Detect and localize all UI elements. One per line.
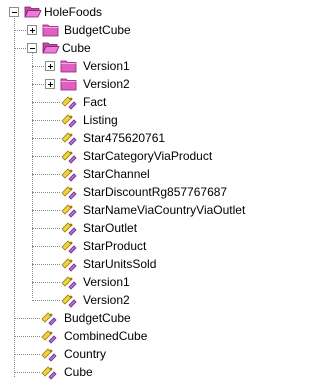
table-item-icon [41, 348, 57, 362]
tree-node-label: CombinedCube [64, 329, 148, 343]
tree-node-label: StarProduct [83, 239, 147, 253]
table-item-icon [61, 222, 77, 236]
tree-node-label: Listing [83, 113, 118, 127]
tree-node-item[interactable]: Star475620761 [0, 129, 256, 147]
tree-node-item[interactable]: Listing [0, 111, 256, 129]
tree-node-label: Version1 [83, 59, 130, 73]
tree-node-label: StarCategoryViaProduct [83, 149, 213, 163]
tree-node-root[interactable]: HoleFoods [0, 3, 256, 21]
tree-node-label: StarUnitsSold [83, 257, 157, 271]
tree-node-label: Star475620761 [83, 131, 166, 145]
folder-icon [60, 60, 77, 73]
table-item-icon [61, 186, 77, 200]
expand-toggle[interactable] [45, 79, 55, 89]
table-item-icon [61, 276, 77, 290]
tree-node-label: HoleFoods [44, 5, 103, 19]
table-item-icon [41, 312, 57, 326]
tree-node-label: Version1 [83, 275, 130, 289]
table-item-icon [61, 240, 77, 254]
tree-node-item[interactable]: StarProduct [0, 237, 256, 255]
tree-node-item[interactable]: StarOutlet [0, 219, 256, 237]
tree-node-item[interactable]: CombinedCube [0, 327, 256, 345]
table-item-icon [61, 96, 77, 110]
tree-node-label: BudgetCube [64, 311, 131, 325]
tree-node-item[interactable]: Version2 [0, 291, 256, 309]
tree-node-item[interactable]: Version1 [0, 273, 256, 291]
tree-node-item[interactable]: StarUnitsSold [0, 255, 256, 273]
collapse-toggle[interactable] [9, 7, 19, 17]
table-item-icon [41, 366, 57, 380]
tree-node-label: Cube [62, 41, 91, 55]
table-item-icon [61, 132, 77, 146]
tree-node-label: Version2 [83, 293, 130, 307]
tree-node-item[interactable]: Fact [0, 93, 256, 111]
table-item-icon [61, 150, 77, 164]
tree-node-folder[interactable]: Version2 [0, 75, 256, 93]
tree-view[interactable]: HoleFoods BudgetCube Cube Version1 Versi… [0, 0, 256, 381]
tree-node-item[interactable]: StarChannel [0, 165, 256, 183]
folder-open-icon [24, 6, 42, 18]
tree-node-item[interactable]: StarDiscountRg857767687 [0, 183, 256, 201]
tree-node-label: StarOutlet [83, 221, 138, 235]
expand-toggle[interactable] [45, 61, 55, 71]
tree-node-item[interactable]: StarNameViaCountryViaOutlet [0, 201, 256, 219]
tree-node-item[interactable]: StarCategoryViaProduct [0, 147, 256, 165]
tree-node-item[interactable]: Cube [0, 363, 256, 381]
tree-node-folder[interactable]: BudgetCube [0, 21, 256, 39]
tree-node-label: StarNameViaCountryViaOutlet [83, 203, 246, 217]
table-item-icon [61, 294, 77, 308]
expand-toggle[interactable] [27, 25, 37, 35]
table-item-icon [41, 330, 57, 344]
tree-node-label: StarChannel [83, 167, 150, 181]
folder-open-icon [42, 42, 60, 54]
collapse-toggle[interactable] [27, 43, 37, 53]
tree-node-folder[interactable]: Version1 [0, 57, 256, 75]
table-item-icon [61, 168, 77, 182]
tree-node-label: Cube [64, 365, 93, 379]
tree-node-label: Country [64, 347, 107, 361]
tree-node-label: Fact [83, 95, 107, 109]
folder-icon [60, 78, 77, 91]
table-item-icon [61, 258, 77, 272]
tree-node-label: BudgetCube [64, 23, 131, 37]
tree-node-folder[interactable]: Cube [0, 39, 256, 57]
folder-icon [42, 24, 59, 37]
tree-node-label: StarDiscountRg857767687 [83, 185, 228, 199]
tree-node-label: Version2 [83, 77, 130, 91]
tree-node-item[interactable]: BudgetCube [0, 309, 256, 327]
table-item-icon [61, 204, 77, 218]
tree-node-item[interactable]: Country [0, 345, 256, 363]
table-item-icon [61, 114, 77, 128]
